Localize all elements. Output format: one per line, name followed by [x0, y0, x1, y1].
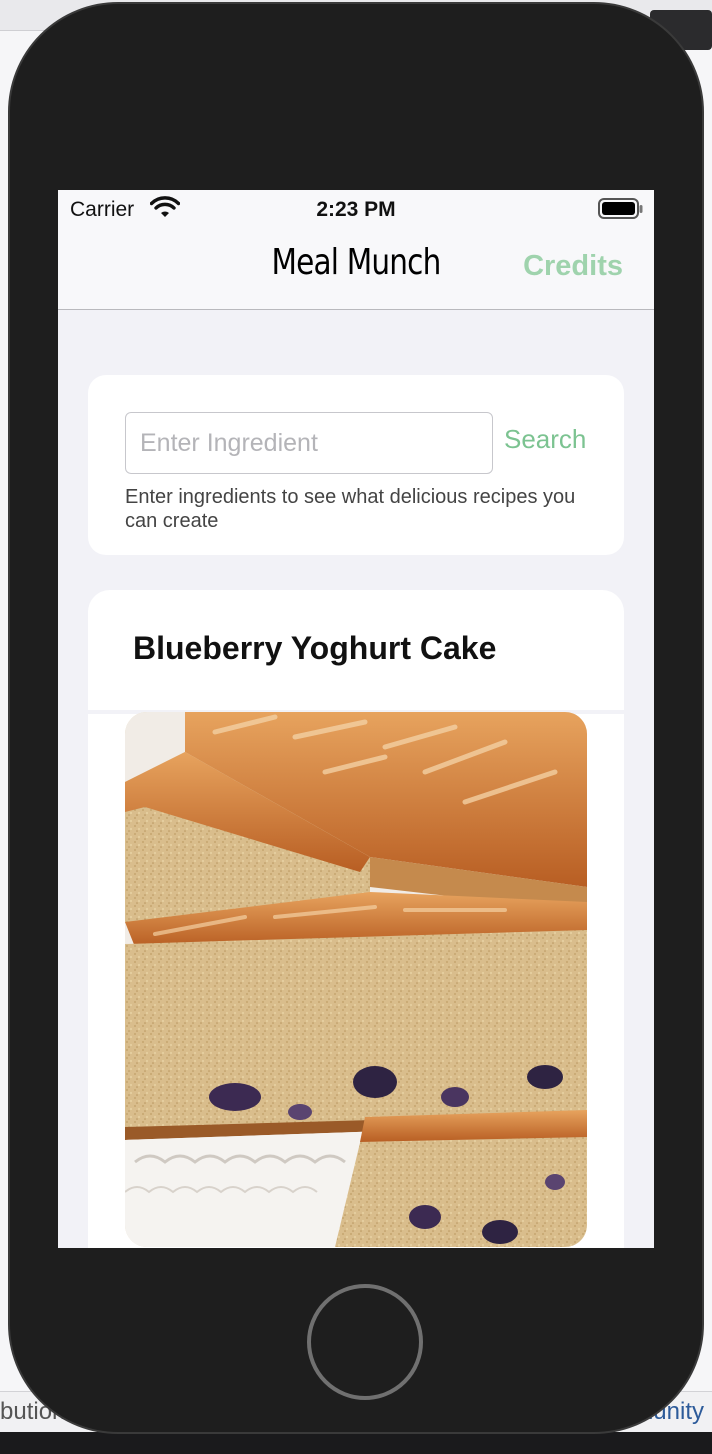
search-card: Search Enter ingredients to see what del… [88, 375, 624, 555]
cake-illustration [125, 712, 587, 1247]
home-button[interactable] [307, 1284, 423, 1400]
background-floor [0, 1432, 712, 1454]
search-button[interactable]: Search [504, 424, 586, 455]
status-time: 2:23 PM [316, 198, 396, 221]
recipe-image[interactable] [125, 712, 587, 1247]
recipe-card[interactable]: Blueberry Yoghurt Cake [88, 590, 624, 1248]
ingredient-input[interactable] [125, 412, 493, 474]
status-bar: Carrier 2:23 PM [58, 190, 654, 230]
battery-icon [598, 198, 644, 226]
search-helper-text: Enter ingredients to see what delicious … [125, 486, 576, 532]
app-screen: Carrier 2:23 PM Meal Munch Credits Searc… [58, 190, 654, 1248]
credits-button[interactable]: Credits [523, 250, 623, 283]
recipe-title: Blueberry Yoghurt Cake [133, 630, 497, 666]
navigation-bar: Meal Munch Credits [58, 230, 654, 310]
